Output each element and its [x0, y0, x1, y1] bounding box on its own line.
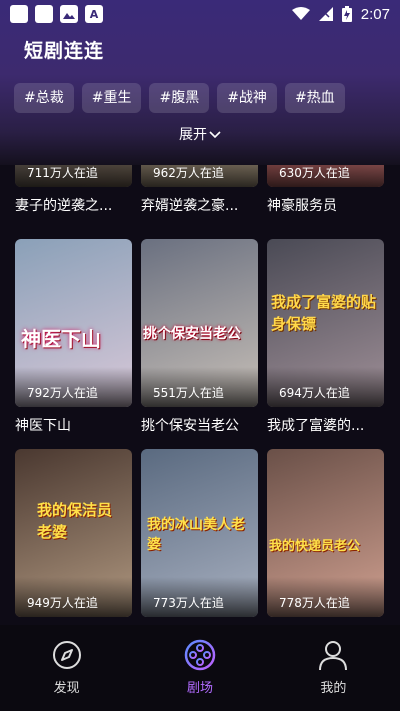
poster-title-art: 我的保洁员老婆	[37, 501, 113, 541]
drama-poster: 挑个保安当老公 551万人在追	[141, 239, 258, 407]
drama-card[interactable]: 630万人在追 神豪服务员	[267, 165, 384, 215]
view-count: 630万人在追	[279, 166, 350, 180]
tag-chip[interactable]: #战神	[217, 83, 277, 113]
drama-card[interactable]: 我的保洁员老婆 949万人在追	[15, 449, 132, 617]
nav-label: 发现	[53, 681, 80, 696]
font-icon: A	[85, 5, 103, 23]
drama-poster: 我的快递员老公 778万人在追	[267, 449, 384, 617]
tag-chip[interactable]: #腹黑	[149, 83, 210, 113]
view-count: 949万人在追	[27, 596, 98, 610]
drama-card[interactable]: 我的冰山美人老婆 773万人在追	[141, 449, 258, 617]
view-count: 711万人在追	[27, 166, 98, 180]
drama-title: 挑个保安当老公	[141, 418, 239, 434]
expand-label: 展开	[179, 127, 207, 143]
film-reel-icon	[184, 639, 216, 671]
drama-card[interactable]: 711万人在追 妻子的逆袭之...	[15, 165, 132, 215]
drama-title: 我成了富婆的...	[267, 418, 365, 434]
drama-title: 妻子的逆袭之...	[15, 198, 113, 214]
signal-icon	[318, 7, 333, 21]
view-count: 551万人在追	[153, 386, 224, 400]
view-count: 962万人在追	[153, 166, 224, 180]
drama-grid: 711万人在追 妻子的逆袭之... 962万人在追 弃婿逆袭之豪... 630万…	[0, 165, 400, 625]
view-count: 778万人在追	[279, 596, 350, 610]
tag-list: #总裁 #重生 #腹黑 #战神 #热血	[14, 83, 345, 113]
nav-theater[interactable]: 剧场	[133, 625, 266, 711]
drama-card[interactable]: 我的快递员老公 778万人在追	[267, 449, 384, 617]
chevron-down-icon	[209, 127, 221, 143]
poster-title-art: 挑个保安当老公	[143, 326, 241, 342]
drama-card[interactable]: 我成了富婆的贴身保镖 694万人在追 我成了富婆的...	[267, 239, 384, 435]
expand-button[interactable]: 展开	[0, 124, 400, 144]
drama-card[interactable]: 962万人在追 弃婿逆袭之豪...	[141, 165, 258, 215]
tag-chip[interactable]: #重生	[81, 83, 142, 113]
drama-poster: 我成了富婆的贴身保镖 694万人在追	[267, 239, 384, 407]
drama-poster: 962万人在追	[141, 165, 258, 187]
status-bar: A 2:07	[0, 0, 400, 28]
view-count: 694万人在追	[279, 386, 350, 400]
poster-title-art: 我成了富婆的贴身保镖	[271, 293, 377, 333]
clock: 2:07	[360, 5, 390, 23]
drama-card[interactable]: 挑个保安当老公 551万人在追 挑个保安当老公	[141, 239, 258, 435]
app-title: 短剧连连	[24, 40, 105, 62]
drama-poster: 我的保洁员老婆 949万人在追	[15, 449, 132, 617]
poster-title-art: 神医下山	[21, 327, 101, 351]
tag-chip[interactable]: #热血	[284, 83, 345, 113]
drama-title: 神豪服务员	[267, 198, 337, 214]
poster-title-art: 我的冰山美人老婆	[147, 517, 245, 553]
battery-icon	[341, 6, 352, 22]
drama-title: 弃婿逆袭之豪...	[141, 198, 239, 214]
drama-poster: 神医下山 792万人在追	[15, 239, 132, 407]
nav-label: 剧场	[186, 681, 213, 696]
drama-title: 神医下山	[15, 418, 71, 434]
view-count: 773万人在追	[153, 596, 224, 610]
bottom-nav: 发现 剧场 我的	[0, 625, 400, 711]
nav-profile[interactable]: 我的	[267, 625, 400, 711]
image-icon	[60, 5, 78, 23]
person-icon	[319, 641, 348, 671]
notification-app-icon	[10, 5, 28, 23]
tag-chip[interactable]: #总裁	[14, 83, 74, 113]
drama-poster: 711万人在追	[15, 165, 132, 187]
drama-poster: 我的冰山美人老婆 773万人在追	[141, 449, 258, 617]
drama-card[interactable]: 神医下山 792万人在追 神医下山	[15, 239, 132, 435]
wifi-icon	[291, 7, 310, 20]
view-count: 792万人在追	[27, 386, 98, 400]
nav-label: 我的	[320, 681, 347, 696]
drama-poster: 630万人在追	[267, 165, 384, 187]
notification-app-icon	[35, 5, 53, 23]
compass-icon	[52, 641, 81, 669]
nav-discover[interactable]: 发现	[0, 625, 133, 711]
poster-title-art: 我的快递员老公	[269, 539, 361, 554]
